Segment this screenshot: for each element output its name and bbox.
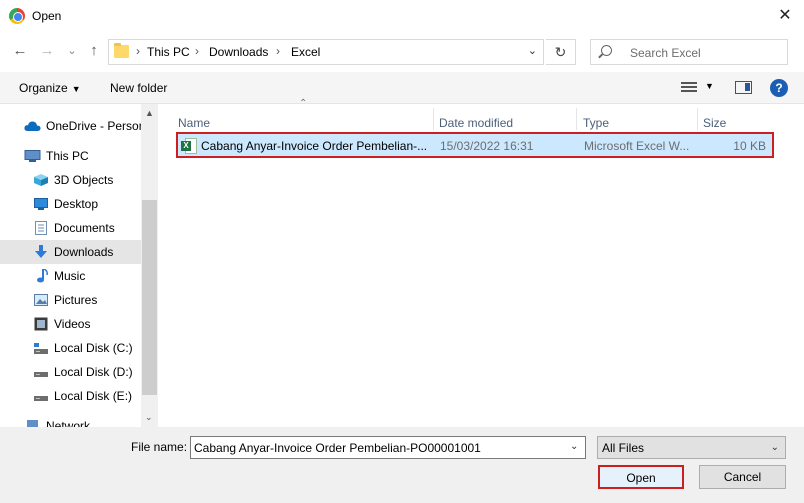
back-button[interactable]: ← [10, 40, 30, 62]
command-bar: Organize ▼ New folder ▼ ? [0, 72, 804, 104]
sidebar-item-label: Local Disk (E:) [54, 389, 133, 403]
file-row-selected[interactable]: X Cabang Anyar-Invoice Order Pembelian-.… [176, 132, 774, 158]
file-name-label: File name: [131, 440, 188, 454]
file-name: Cabang Anyar-Invoice Order Pembelian-... [201, 139, 428, 153]
chevron-down-icon: ⌄ [770, 442, 779, 453]
search-icon [601, 45, 612, 56]
sidebar-item-3d-objects[interactable]: 3D Objects [0, 168, 141, 192]
excel-file-icon: X [181, 138, 197, 154]
breadcrumb-separator: › [276, 44, 280, 58]
open-button[interactable]: Open [598, 465, 684, 489]
file-name-input[interactable]: Cabang Anyar-Invoice Order Pembelian-PO0… [190, 436, 586, 459]
sidebar-item-label: Music [54, 269, 86, 283]
sidebar-item-label: This PC [46, 149, 89, 163]
download-arrow-icon [35, 245, 47, 258]
cloud-icon [24, 121, 41, 131]
cube-icon [34, 174, 48, 186]
sidebar-item-downloads[interactable]: Downloads [0, 240, 141, 264]
navigation-pane: OneDrive - Person This PC 3D Objects Des… [0, 104, 158, 427]
close-button[interactable]: ✕ [770, 4, 800, 28]
address-bar[interactable]: › This PC › Downloads › Excel ⌄ [108, 39, 544, 65]
sidebar-item-label: 3D Objects [54, 173, 114, 187]
chevron-down-icon[interactable]: ⌄ [528, 44, 537, 57]
view-options-icon[interactable] [681, 82, 697, 94]
file-list: ⌃ Name Date modified Type Size X Cabang … [158, 98, 804, 427]
cancel-button[interactable]: Cancel [699, 465, 786, 489]
sidebar-item-label: Downloads [54, 245, 114, 259]
drive-icon [34, 396, 48, 401]
sidebar-item-this-pc[interactable]: This PC [0, 144, 141, 168]
file-type-filter-value: All Files [602, 441, 645, 455]
sidebar-item-music[interactable]: Music [0, 264, 141, 288]
forward-button[interactable]: → [37, 40, 57, 62]
search-input[interactable]: Search Excel [630, 46, 701, 60]
sidebar-item-label: Pictures [54, 293, 98, 307]
preview-pane-icon[interactable] [735, 81, 752, 94]
sidebar-scrollbar-thumb[interactable] [142, 200, 157, 395]
dialog-footer: File name: Cabang Anyar-Invoice Order Pe… [0, 427, 804, 503]
sidebar-item-videos[interactable]: Videos [0, 312, 141, 336]
sidebar-item-label: Local Disk (C:) [54, 341, 133, 355]
breadcrumb-separator: › [136, 44, 140, 58]
file-type-filter-select[interactable]: All Files ⌄ [597, 436, 786, 459]
sidebar-item-label: Network [46, 419, 91, 427]
network-icon [27, 420, 38, 427]
organize-button[interactable]: Organize ▼ [19, 81, 81, 95]
file-size: 10 KB [733, 139, 766, 153]
breadcrumb-downloads[interactable]: Downloads [209, 45, 268, 59]
navigation-bar: ← → ⌄ ↑ › This PC › Downloads › Excel ⌄ … [0, 32, 804, 72]
sidebar-item-label: Videos [54, 317, 91, 331]
sort-ascending-icon: ⌃ [299, 98, 308, 109]
folder-icon [114, 43, 129, 58]
window-title: Open [32, 9, 62, 23]
sidebar-item-local-disk-c[interactable]: Local Disk (C:) [0, 336, 141, 360]
scroll-up-icon[interactable]: ▲ [145, 108, 154, 118]
scroll-down-icon[interactable]: ⌄ [145, 412, 153, 423]
sidebar-item-local-disk-d[interactable]: Local Disk (D:) [0, 360, 141, 384]
file-date-modified: 15/03/2022 16:31 [440, 139, 534, 153]
sidebar-item-label: Local Disk (D:) [54, 365, 133, 379]
drive-icon [34, 372, 48, 377]
breadcrumb-excel[interactable]: Excel [291, 45, 320, 59]
sidebar-item-label: Desktop [54, 197, 99, 211]
chrome-icon [9, 8, 25, 24]
video-icon [34, 317, 48, 331]
breadcrumb-this-pc[interactable]: This PC [147, 45, 190, 59]
search-box[interactable]: Search Excel [590, 39, 788, 65]
sidebar-item-documents[interactable]: Documents [0, 216, 141, 240]
help-icon[interactable]: ? [770, 79, 788, 97]
sidebar-item-desktop[interactable]: Desktop [0, 192, 141, 216]
document-icon [35, 221, 47, 235]
up-folder-button[interactable]: ↑ [84, 40, 104, 62]
system-drive-icon [34, 343, 48, 354]
new-folder-button[interactable]: New folder [110, 81, 167, 95]
picture-icon [34, 294, 48, 306]
desktop-icon [34, 198, 48, 210]
sidebar-item-pictures[interactable]: Pictures [0, 288, 141, 312]
music-note-icon [37, 269, 48, 283]
organize-label: Organize [19, 81, 68, 95]
refresh-button[interactable]: ↻ [546, 39, 576, 65]
sidebar-item-label: OneDrive - Person [46, 119, 146, 133]
breadcrumb-separator: › [195, 44, 199, 58]
sidebar-item-label: Documents [54, 221, 115, 235]
computer-icon [24, 150, 41, 162]
caret-down-icon[interactable]: ▼ [705, 81, 714, 91]
recent-locations-button[interactable]: ⌄ [62, 40, 82, 62]
sidebar-item-network[interactable]: Network [0, 414, 141, 427]
file-type: Microsoft Excel W... [584, 139, 690, 153]
title-bar: Open ✕ [0, 0, 804, 32]
chevron-down-icon[interactable]: ⌄ [570, 441, 578, 452]
caret-down-icon: ▼ [71, 84, 81, 94]
sidebar-item-onedrive[interactable]: OneDrive - Person [0, 114, 145, 138]
sidebar-item-local-disk-e[interactable]: Local Disk (E:) [0, 384, 141, 408]
